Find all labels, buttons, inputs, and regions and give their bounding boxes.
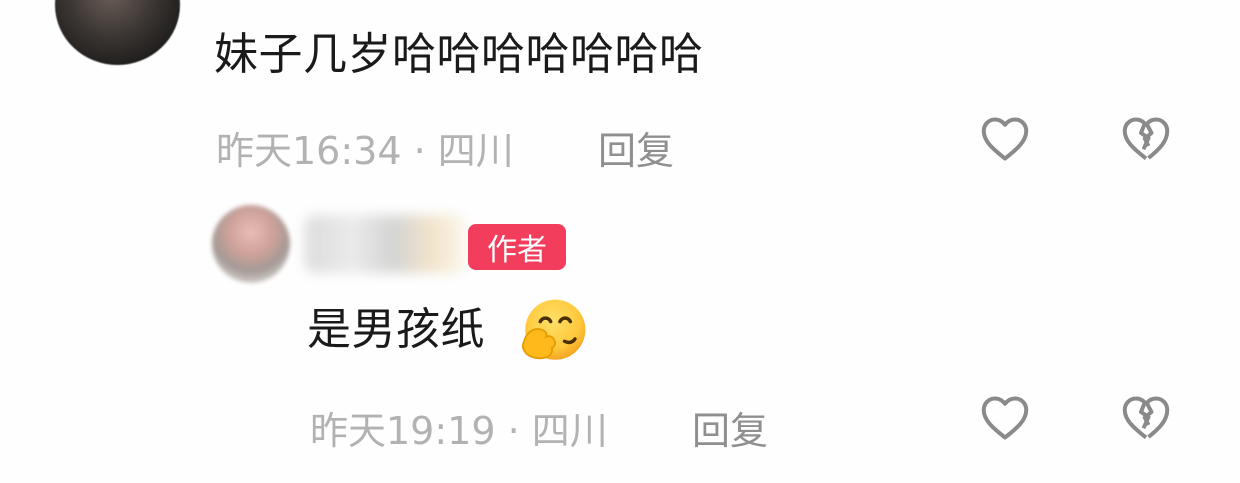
like-button[interactable] xyxy=(975,108,1035,168)
face-with-hand-over-mouth-icon xyxy=(516,295,590,369)
broken-heart-icon xyxy=(1116,108,1176,168)
reply-button[interactable]: 回复 xyxy=(598,120,674,175)
author-badge: 作者 xyxy=(468,224,566,270)
dislike-button[interactable] xyxy=(1116,387,1176,447)
avatar[interactable] xyxy=(212,205,290,283)
broken-heart-icon xyxy=(1116,387,1176,447)
comment-meta: 昨天19:19 · 四川 xyxy=(310,409,608,453)
author-name[interactable] xyxy=(305,215,465,273)
comment-text: 妹子几岁哈哈哈哈哈哈哈 xyxy=(214,29,704,80)
comment-text: 是男孩纸 xyxy=(307,304,485,355)
avatar[interactable] xyxy=(55,0,180,65)
heart-outline-icon xyxy=(975,387,1035,447)
dislike-button[interactable] xyxy=(1116,108,1176,168)
like-button[interactable] xyxy=(975,387,1035,447)
reply-button[interactable]: 回复 xyxy=(692,400,768,455)
comment-meta: 昨天16:34 · 四川 xyxy=(216,129,514,173)
heart-outline-icon xyxy=(975,108,1035,168)
